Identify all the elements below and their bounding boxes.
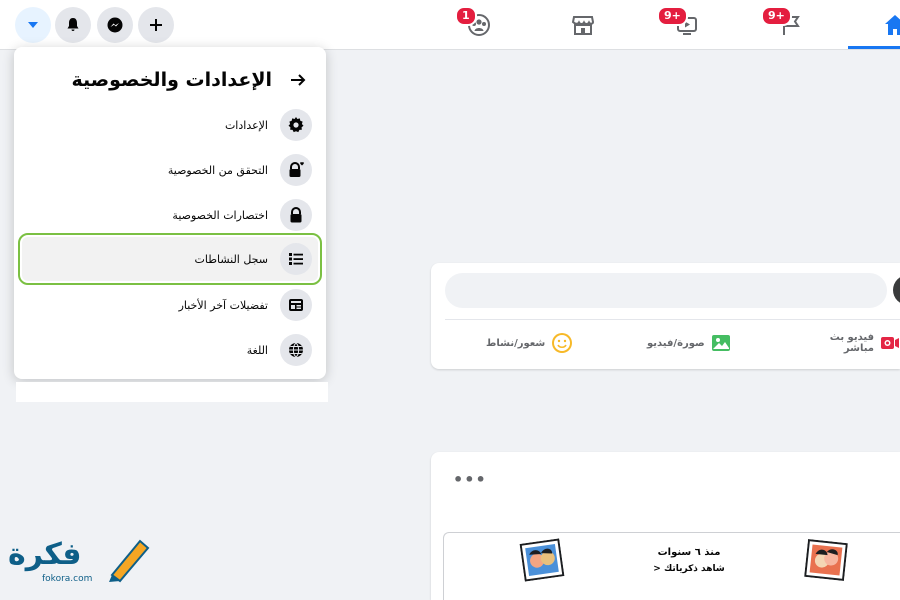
- menu-item-label: الإعدادات: [224, 118, 268, 132]
- news-feed-icon: [280, 289, 312, 321]
- top-navigation-bar: 1 9+ 9+: [0, 0, 900, 50]
- marketplace-icon: [571, 16, 595, 35]
- caret-down-icon: [28, 22, 38, 28]
- nav-tab-marketplace[interactable]: [531, 0, 635, 50]
- watch-badge: 9+: [657, 6, 688, 26]
- groups-badge: 1: [455, 6, 477, 26]
- menu-item-language[interactable]: اللغة: [22, 328, 318, 372]
- fikra-watermark-logo: فكرة fokora.com: [6, 535, 156, 591]
- menu-item-privacy-checkup[interactable]: التحقق من الخصوصية: [22, 148, 318, 192]
- memory-text: منذ ٦ سنوات شاهد ذكرياتك <: [634, 547, 744, 574]
- menu-item-label: اللغة: [246, 343, 268, 357]
- menu-item-label: تفضيلات آخر الأخبار: [178, 298, 268, 312]
- plus-icon: [150, 19, 162, 31]
- menu-item-settings[interactable]: الإعدادات: [22, 103, 318, 147]
- more-options-icon[interactable]: •••: [453, 470, 487, 489]
- watermark-text: فكرة: [8, 537, 82, 572]
- active-tab-indicator: [848, 46, 900, 49]
- action-label: شعور/نشاط: [486, 337, 546, 349]
- settings-privacy-menu: الإعدادات والخصوصية الإعدادات التحقق من …: [14, 47, 326, 379]
- list-icon: [280, 243, 312, 275]
- back-arrow-icon[interactable]: [290, 72, 306, 88]
- photo-icon: [711, 334, 731, 352]
- nav-tab-watch[interactable]: 9+: [635, 0, 739, 50]
- menu-header: الإعدادات والخصوصية: [71, 65, 306, 95]
- memory-banner[interactable]: منذ ٦ سنوات شاهد ذكرياتك <: [443, 532, 900, 600]
- menu-item-label: سجل النشاطات: [194, 252, 269, 266]
- see-memories-link[interactable]: شاهد ذكرياتك <: [634, 564, 744, 574]
- lock-icon: [280, 199, 312, 231]
- live-video-button[interactable]: فيديو بث مباشر: [801, 329, 900, 357]
- gear-icon: [280, 109, 312, 141]
- menu-item-label: اختصارات الخصوصية: [172, 208, 268, 222]
- chevron-left-icon: <: [653, 564, 661, 574]
- messenger-icon: [107, 17, 123, 33]
- nav-tab-groups[interactable]: 1: [427, 0, 531, 50]
- composer-divider: [445, 319, 900, 320]
- account-menu-button[interactable]: [15, 7, 51, 43]
- memories-post-card: ••• منذ ٦ سنوات شاهد ذكرياتك <: [431, 452, 900, 600]
- messenger-button[interactable]: [97, 7, 133, 43]
- memory-photo-icon: [519, 538, 565, 582]
- menu-item-news-feed-preferences[interactable]: تفضيلات آخر الأخبار: [22, 283, 318, 327]
- menu-item-activity-log[interactable]: سجل النشاطات: [18, 233, 322, 285]
- feeling-activity-button[interactable]: شعور/نشاط: [486, 329, 573, 357]
- home-icon: [885, 15, 900, 35]
- menu-item-label: التحقق من الخصوصية: [167, 163, 268, 177]
- notifications-button[interactable]: [55, 7, 91, 43]
- nav-tab-pages[interactable]: 9+: [739, 0, 843, 50]
- menu-item-privacy-shortcuts[interactable]: اختصارات الخصوصية: [22, 193, 318, 237]
- bell-icon: [67, 18, 79, 31]
- live-video-icon: [880, 335, 900, 351]
- memory-title: منذ ٦ سنوات: [657, 547, 721, 558]
- nav-tab-home[interactable]: [848, 0, 900, 50]
- globe-icon: [280, 334, 312, 366]
- memory-photo-icon: [804, 539, 848, 581]
- smiley-icon: [551, 332, 573, 354]
- action-label: صورة/فيديو: [647, 337, 705, 349]
- photo-video-button[interactable]: صورة/فيديو: [647, 329, 731, 357]
- pages-badge: 9+: [761, 6, 792, 26]
- menu-title: الإعدادات والخصوصية: [71, 69, 272, 91]
- action-label: فيديو بث مباشر: [829, 332, 874, 354]
- avatar[interactable]: [893, 275, 900, 305]
- pencil-icon: [109, 539, 150, 583]
- create-button[interactable]: [138, 7, 174, 43]
- sidebar-card-fragment: [16, 382, 328, 402]
- post-composer: فيديو بث مباشر صورة/فيديو شعور/نشاط: [431, 263, 900, 369]
- watermark-url: fokora.com: [42, 574, 93, 584]
- whats-on-your-mind-input[interactable]: [445, 273, 887, 308]
- lock-heart-icon: [280, 154, 312, 186]
